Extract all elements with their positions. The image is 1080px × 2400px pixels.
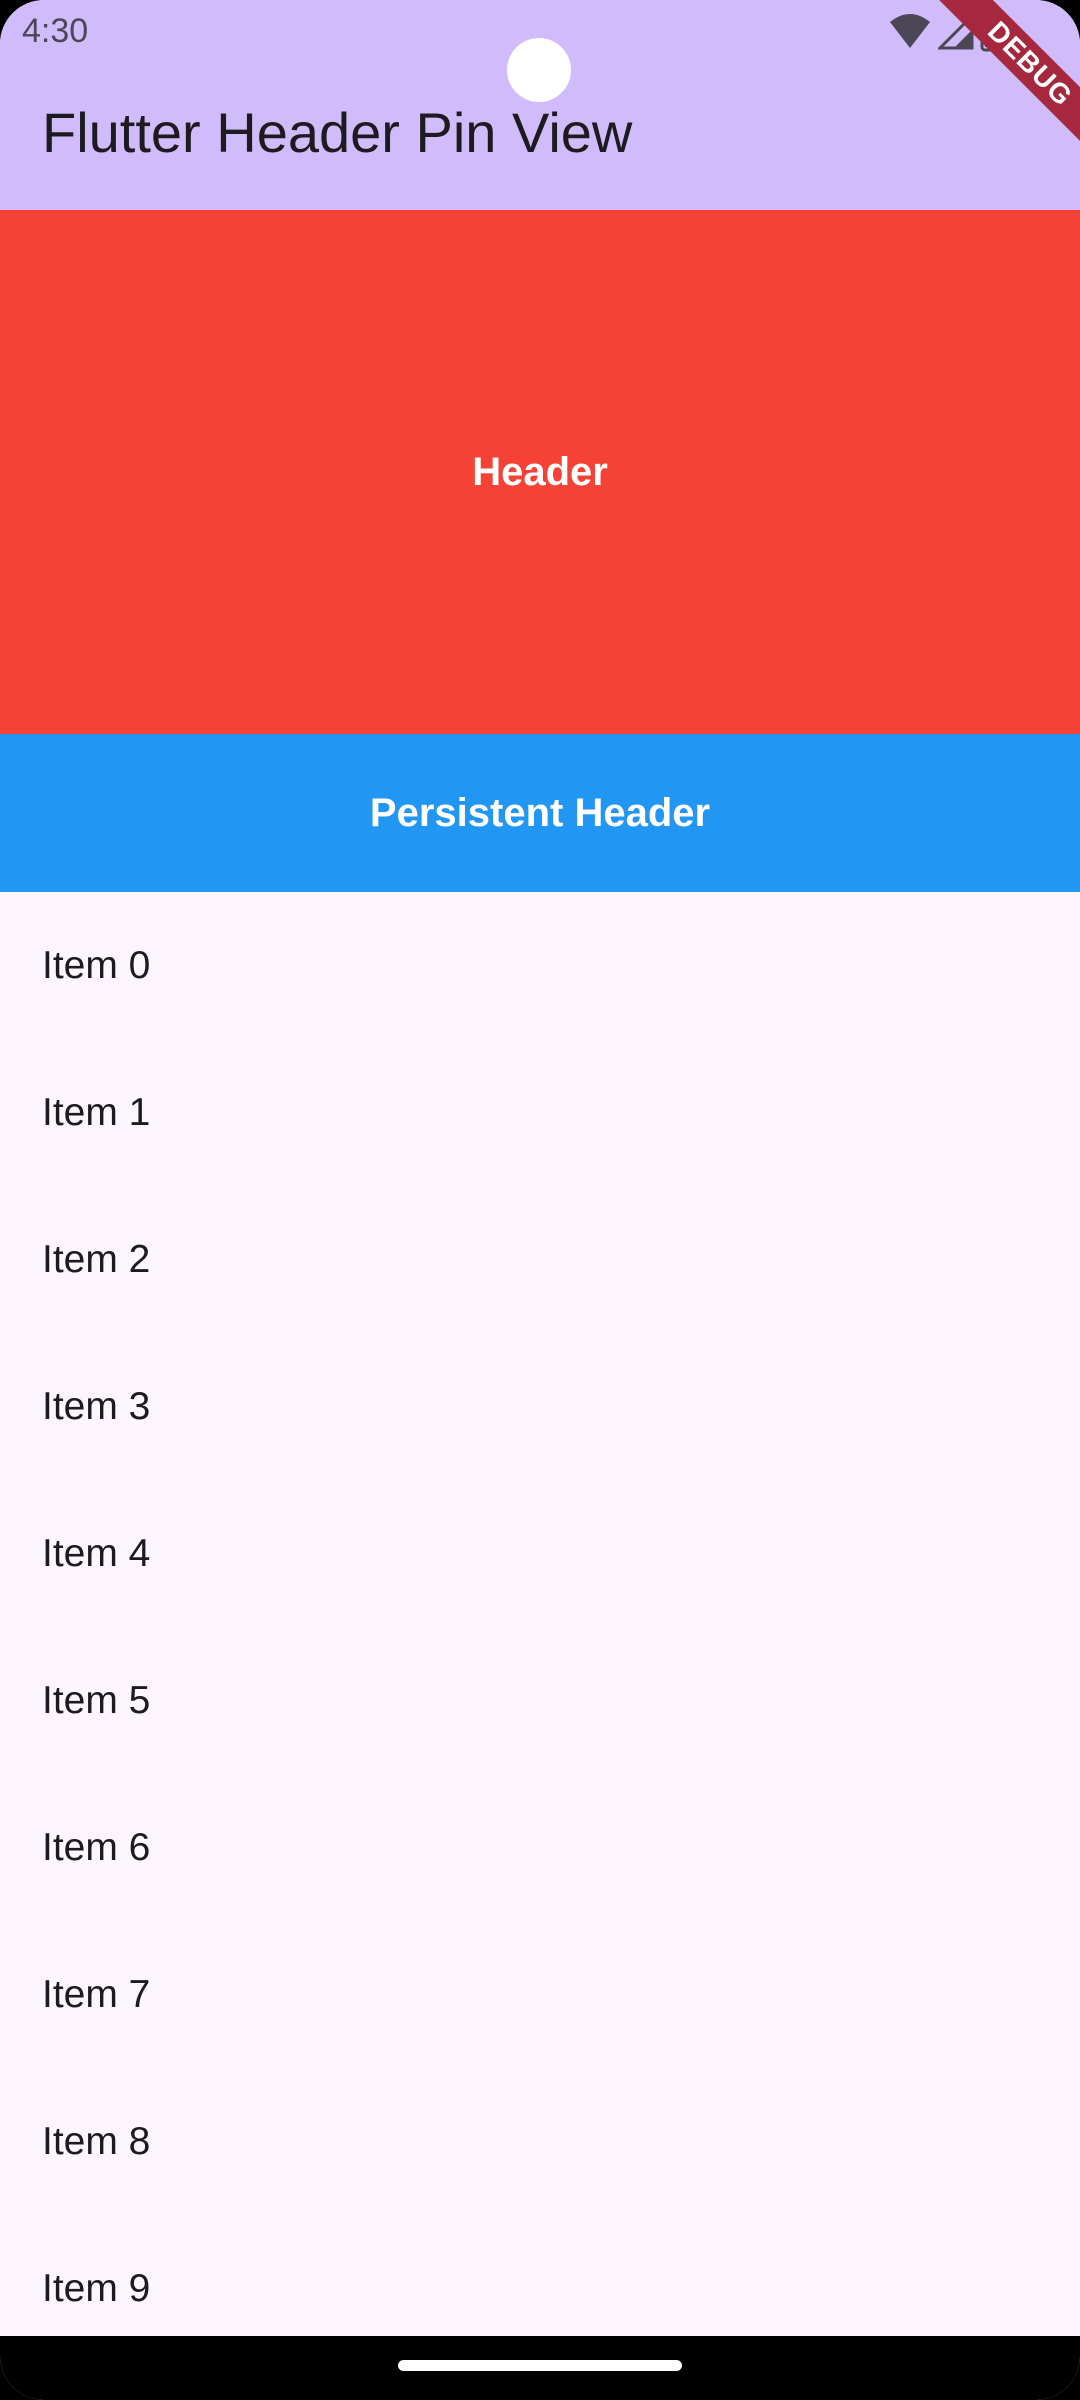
app-title: Flutter Header Pin View xyxy=(42,101,633,164)
list-item[interactable]: Item 5 xyxy=(0,1627,1080,1774)
list-item[interactable]: Item 0 xyxy=(0,892,1080,1039)
status-time: 4:30 xyxy=(22,12,89,50)
list-item[interactable]: Item 7 xyxy=(0,1921,1080,2068)
list-item[interactable]: Item 1 xyxy=(0,1039,1080,1186)
header-section: Header xyxy=(0,210,1080,734)
phone-screen: 4:30 Flutter Header Pin View DEBUG Heade… xyxy=(0,0,1080,2400)
item-list[interactable]: Item 0 Item 1 Item 2 Item 3 Item 4 Item … xyxy=(0,892,1080,2362)
wifi-icon xyxy=(890,14,930,48)
list-item[interactable]: Item 6 xyxy=(0,1774,1080,1921)
list-item[interactable]: Item 4 xyxy=(0,1480,1080,1627)
list-item[interactable]: Item 8 xyxy=(0,2068,1080,2215)
persistent-header: Persistent Header xyxy=(0,734,1080,892)
app-bar: 4:30 Flutter Header Pin View xyxy=(0,0,1080,210)
persistent-header-label: Persistent Header xyxy=(369,790,711,835)
list-item[interactable]: Item 3 xyxy=(0,1333,1080,1480)
camera-cutout xyxy=(507,38,571,102)
home-indicator[interactable] xyxy=(398,2360,682,2371)
header-label: Header xyxy=(472,449,608,494)
list-item[interactable]: Item 2 xyxy=(0,1186,1080,1333)
